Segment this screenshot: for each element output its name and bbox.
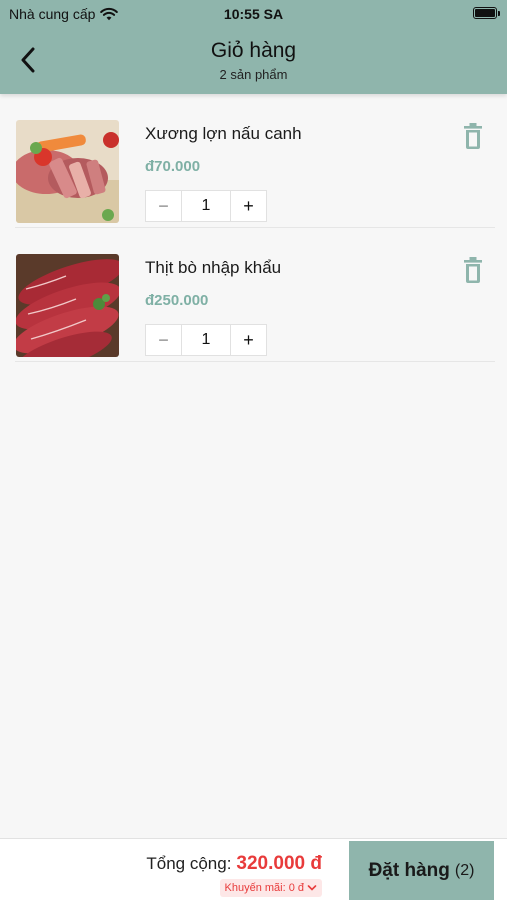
battery-level [475,9,495,17]
beef-image [16,254,119,357]
product-image [16,120,119,223]
product-price: đ70.000 [145,158,201,175]
clock: 10:55 SA [223,6,284,22]
decrease-quantity-button[interactable]: − [146,325,182,355]
decrease-quantity-button[interactable]: − [146,191,182,221]
battery-icon [473,7,500,19]
place-order-label: Đặt hàng [368,859,450,881]
navigation-bar: Giỏ hàng 2 sản phẩm [0,28,507,94]
increase-quantity-button[interactable]: + [230,325,266,355]
total-label: Tổng cộng: [146,854,232,873]
quantity-stepper: − 1 + [145,190,267,222]
cart-item: Thịt bò nhập khẩu đ250.000 − 1 + [15,228,495,362]
quantity-value[interactable]: 1 [182,325,230,355]
trash-icon[interactable] [461,256,485,284]
page-title: Giỏ hàng [210,39,297,62]
checkout-footer: Tổng cộng: 320.000 đ Khuyến mãi: 0 đ Đặt… [0,838,507,901]
promo-badge[interactable]: Khuyến mãi: 0 đ [219,879,322,897]
pork-bone-image [16,120,119,223]
trash-icon[interactable] [461,122,485,150]
cart-item: Xương lợn nấu canh đ70.000 − 1 + [15,94,495,228]
product-image [16,254,119,357]
item-count-subtitle: 2 sản phẩm [219,67,288,82]
product-name[interactable]: Xương lợn nấu canh [145,124,302,144]
place-order-button[interactable]: Đặt hàng (2) [349,841,494,900]
order-item-count: (2) [454,861,475,879]
product-name[interactable]: Thịt bò nhập khẩu [145,258,281,278]
status-bar: Nhà cung cấp 10:55 SA [0,0,507,28]
cart-list: Xương lợn nấu canh đ70.000 − 1 + Thịt bò… [0,94,507,362]
promo-label: Khuyến mãi: 0 đ [224,882,305,894]
increase-quantity-button[interactable]: + [230,191,266,221]
app-header: Nhà cung cấp 10:55 SA Giỏ hàng 2 sản phẩ… [0,0,507,94]
quantity-value[interactable]: 1 [182,191,230,221]
chevron-down-icon [307,885,317,891]
product-price: đ250.000 [145,292,209,309]
quantity-stepper: − 1 + [145,324,267,356]
total-value: 320.000 đ [236,853,322,874]
total-row: Tổng cộng: 320.000 đ [146,853,322,875]
